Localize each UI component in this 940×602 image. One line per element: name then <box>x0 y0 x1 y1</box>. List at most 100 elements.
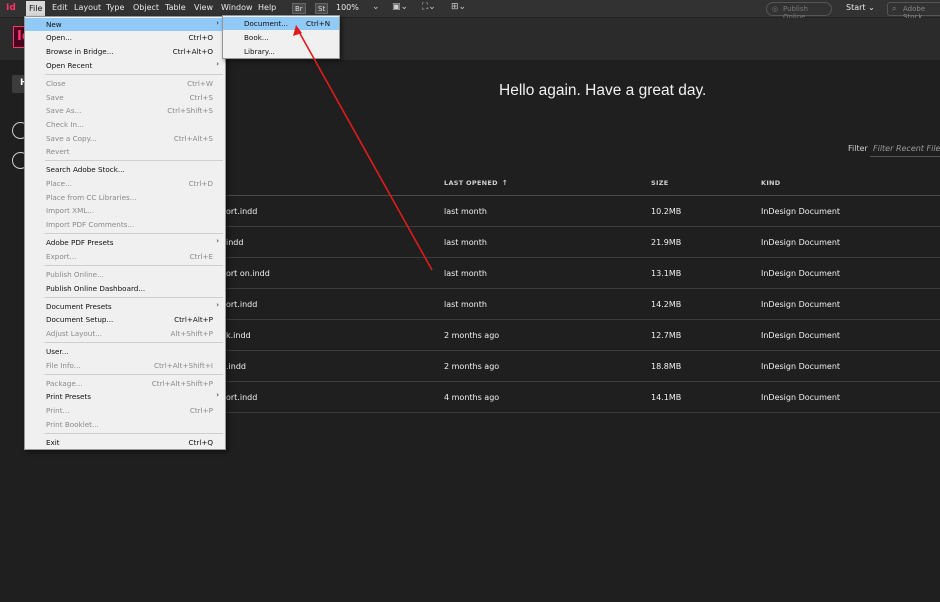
menu-item-package[interactable]: Package... Ctrl+Alt+Shift+P <box>25 377 225 390</box>
menu-item-browse-in-bridge[interactable]: Browse in Bridge... Ctrl+Alt+O <box>25 45 225 58</box>
menu-item-import-xml[interactable]: Import XML... <box>25 204 225 217</box>
menu-object[interactable]: Object <box>133 3 159 12</box>
menu-item-adjust-layout[interactable]: Adjust Layout... Alt+Shift+P <box>25 327 225 340</box>
workspace-switcher[interactable]: Start ⌄ <box>846 3 875 12</box>
menu-item-export[interactable]: Export... Ctrl+E <box>25 250 225 263</box>
menu-item-save-a-copy[interactable]: Save a Copy... Ctrl+Alt+S <box>25 132 225 145</box>
recent-file-row[interactable]: ort.indd last month 10.2MB InDesign Docu… <box>226 196 940 227</box>
file-kind: InDesign Document <box>761 393 841 402</box>
recent-file-row[interactable]: ort on.indd last month 13.1MB InDesign D… <box>226 258 940 289</box>
menu-item-label: Export... <box>46 252 77 261</box>
arrange-documents-icon[interactable]: ⊞⌄ <box>451 2 466 12</box>
menu-table[interactable]: Table <box>165 3 186 12</box>
menu-item-exit[interactable]: Exit Ctrl+Q <box>25 436 225 449</box>
submenu-item-document[interactable]: Document... Ctrl+N <box>223 17 339 30</box>
file-kind: InDesign Document <box>761 238 841 247</box>
menu-item-shortcut: Alt+Shift+P <box>170 329 213 338</box>
menu-item-print-presets[interactable]: Print Presets › <box>25 390 225 403</box>
filter-input[interactable]: Filter Recent Files <box>870 140 940 157</box>
menu-item-label: Import XML... <box>46 206 95 215</box>
menu-item-search-adobe-stock[interactable]: Search Adobe Stock... <box>25 163 225 176</box>
menu-view[interactable]: View <box>194 3 213 12</box>
menu-separator <box>45 74 223 75</box>
menu-item-print[interactable]: Print... Ctrl+P <box>25 404 225 417</box>
column-header-kind[interactable]: KIND <box>761 179 781 187</box>
file-name: ort.indd <box>226 393 258 402</box>
recent-file-row[interactable]: k.indd 2 months ago 12.7MB InDesign Docu… <box>226 320 940 351</box>
menu-separator <box>45 374 223 375</box>
menu-item-save[interactable]: Save Ctrl+S <box>25 91 225 104</box>
filter-label: Filter <box>848 144 868 153</box>
view-options-icon[interactable]: ⛶⌄ <box>422 2 436 12</box>
publish-online-icon: ◎ <box>772 5 779 13</box>
menu-item-label: Save As... <box>46 106 82 115</box>
menu-item-label: Search Adobe Stock... <box>46 165 125 174</box>
file-size: 13.1MB <box>651 269 682 278</box>
menu-item-label: Print Presets <box>46 392 91 401</box>
menu-item-label: Revert <box>46 147 70 156</box>
screen-mode-icon[interactable]: ▣⌄ <box>392 2 408 12</box>
menu-separator <box>45 297 223 298</box>
menu-item-document-presets[interactable]: Document Presets › <box>25 300 225 313</box>
menu-type[interactable]: Type <box>106 3 124 12</box>
stock-button[interactable]: St <box>315 3 329 14</box>
menu-item-publish-online-dashboard[interactable]: Publish Online Dashboard... <box>25 282 225 295</box>
menu-item-label: Check In... <box>46 120 84 129</box>
menu-item-place-from-cc-libraries[interactable]: Place from CC Libraries... <box>25 191 225 204</box>
zoom-dropdown-icon[interactable]: ⌄ <box>372 2 380 12</box>
menu-item-document-setup[interactable]: Document Setup... Ctrl+Alt+P <box>25 313 225 326</box>
menu-item-shortcut: Ctrl+S <box>189 93 213 102</box>
menu-help[interactable]: Help <box>258 3 276 12</box>
menu-item-new[interactable]: New › <box>25 18 225 31</box>
menu-item-shortcut: Ctrl+Alt+Shift+P <box>151 379 213 388</box>
app-logo-small: Id <box>6 3 16 13</box>
file-size: 14.2MB <box>651 300 682 309</box>
file-last-opened: last month <box>444 269 487 278</box>
column-header-last-opened[interactable]: LAST OPENED ↑ <box>444 179 508 187</box>
menu-item-close[interactable]: Close Ctrl+W <box>25 77 225 90</box>
zoom-level[interactable]: 100% <box>336 3 359 12</box>
file-size: 12.7MB <box>651 331 682 340</box>
new-submenu: Document... Ctrl+N Book... Library... <box>222 15 340 59</box>
menu-layout[interactable]: Layout <box>74 3 101 12</box>
recent-file-row[interactable]: indd last month 21.9MB InDesign Document <box>226 227 940 258</box>
menu-item-label: Close <box>46 79 66 88</box>
file-kind: InDesign Document <box>761 300 841 309</box>
recent-file-row[interactable]: ort.indd 4 months ago 14.1MB InDesign Do… <box>226 382 940 413</box>
column-header-size[interactable]: SIZE <box>651 179 668 187</box>
menu-item-open[interactable]: Open... Ctrl+O <box>25 31 225 44</box>
menu-file[interactable]: File <box>26 1 46 17</box>
menu-item-label: Place from CC Libraries... <box>46 193 137 202</box>
menu-item-file-info[interactable]: File Info... Ctrl+Alt+Shift+I <box>25 359 225 372</box>
menu-item-place[interactable]: Place... Ctrl+D <box>25 177 225 190</box>
menu-window[interactable]: Window <box>221 3 253 12</box>
menu-item-save-as[interactable]: Save As... Ctrl+Shift+S <box>25 104 225 117</box>
recent-file-row[interactable]: .indd 2 months ago 18.8MB InDesign Docum… <box>226 351 940 382</box>
submenu-item-book[interactable]: Book... <box>223 31 339 44</box>
submenu-item-library[interactable]: Library... <box>223 45 339 58</box>
menu-item-import-pdf-comments[interactable]: Import PDF Comments... <box>25 218 225 231</box>
menu-item-print-booklet[interactable]: Print Booklet... <box>25 418 225 431</box>
menu-item-label: Print Booklet... <box>46 420 99 429</box>
menu-item-revert[interactable]: Revert <box>25 145 225 158</box>
menu-item-shortcut: Ctrl+P <box>189 406 213 415</box>
menu-separator <box>45 160 223 161</box>
menu-item-open-recent[interactable]: Open Recent › <box>25 59 225 72</box>
adobe-stock-search[interactable]: ⌕ Adobe Stock <box>887 2 940 21</box>
menu-item-adobe-pdf-presets[interactable]: Adobe PDF Presets › <box>25 236 225 249</box>
menu-item-label: User... <box>46 347 69 356</box>
publish-online-button[interactable]: ◎ Publish Online <box>766 2 832 21</box>
menu-separator <box>45 265 223 266</box>
menu-edit[interactable]: Edit <box>52 3 68 12</box>
submenu-arrow-icon: › <box>216 237 219 245</box>
menu-item-check-in[interactable]: Check In... <box>25 118 225 131</box>
file-kind: InDesign Document <box>761 331 841 340</box>
file-last-opened: 2 months ago <box>444 331 500 340</box>
menu-item-publish-online[interactable]: Publish Online... <box>25 268 225 281</box>
recent-file-row[interactable]: ort.indd last month 14.2MB InDesign Docu… <box>226 289 940 320</box>
last-opened-label: LAST OPENED <box>444 179 498 187</box>
menu-item-label: Save <box>46 93 64 102</box>
file-kind: InDesign Document <box>761 362 841 371</box>
menu-item-user[interactable]: User... <box>25 345 225 358</box>
bridge-button[interactable]: Br <box>292 3 306 14</box>
